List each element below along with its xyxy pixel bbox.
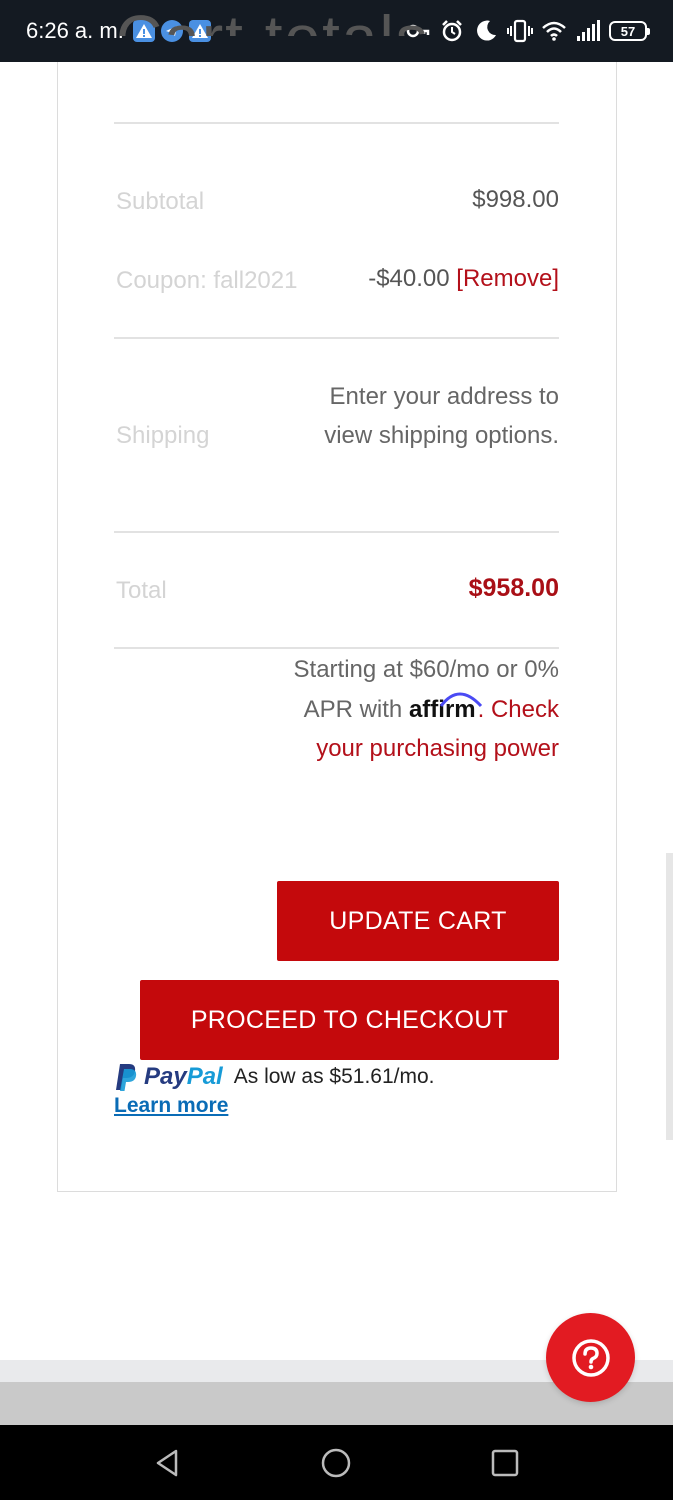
update-cart-button[interactable]: UPDATE CART <box>277 881 559 961</box>
recents-icon[interactable] <box>487 1445 523 1481</box>
status-icons: 57 <box>405 17 650 45</box>
signal-icon <box>577 20 600 41</box>
affirm-promo: Starting at $60/mo or 0% APR with affirm… <box>293 656 559 762</box>
affirm-logo: affirm <box>409 690 483 730</box>
subtotal-value: $998.00 <box>472 186 559 213</box>
battery-level: 57 <box>620 23 636 39</box>
total-label: Total <box>116 577 167 604</box>
coupon-row-value: -$40.00 [Remove] <box>368 265 559 293</box>
status-time: 6:26 a. m. <box>26 18 124 43</box>
vibrate-icon <box>507 19 533 43</box>
back-icon[interactable] <box>150 1445 186 1481</box>
moon-icon <box>477 20 496 41</box>
paypal-learn-more-link[interactable]: Learn more <box>114 1094 228 1118</box>
alarm-icon <box>442 20 462 42</box>
scrollbar-thumb[interactable] <box>666 853 673 1140</box>
paypal-brand-pal: Pal <box>186 1063 223 1090</box>
affirm-arc-icon <box>439 692 483 707</box>
question-mark-icon <box>571 1338 610 1377</box>
system-nav-bar <box>0 1425 673 1500</box>
wifi-icon <box>542 21 566 41</box>
battery-icon: 57 <box>609 21 650 41</box>
proceed-checkout-button[interactable]: PROCEED TO CHECKOUT <box>140 980 559 1060</box>
paypal-brand-pay: Pay <box>144 1063 187 1090</box>
divider <box>114 647 559 649</box>
paypal-icon <box>116 1064 137 1091</box>
shipping-message: Enter your address to view shipping opti… <box>324 383 559 449</box>
coupon-remove-link[interactable]: [Remove] <box>456 265 559 292</box>
help-button[interactable] <box>546 1313 635 1402</box>
subtotal-label: Subtotal <box>116 188 205 215</box>
divider <box>114 337 559 339</box>
divider <box>114 531 559 533</box>
coupon-discount: -$40.00 <box>368 265 450 292</box>
cart-totals-title: Cart totals <box>116 14 430 36</box>
home-icon[interactable] <box>318 1445 354 1481</box>
total-value: $958.00 <box>468 574 559 602</box>
paypal-installment-text: As low as $51.61/mo. <box>233 1065 435 1088</box>
paypal-brand: PayPal <box>144 1063 223 1091</box>
coupon-label: Coupon: fall2021 <box>116 267 298 294</box>
paypal-message: PayPal As low as $51.61/mo. <box>114 1060 435 1094</box>
divider <box>114 122 559 124</box>
shipping-label: Shipping <box>116 422 210 449</box>
